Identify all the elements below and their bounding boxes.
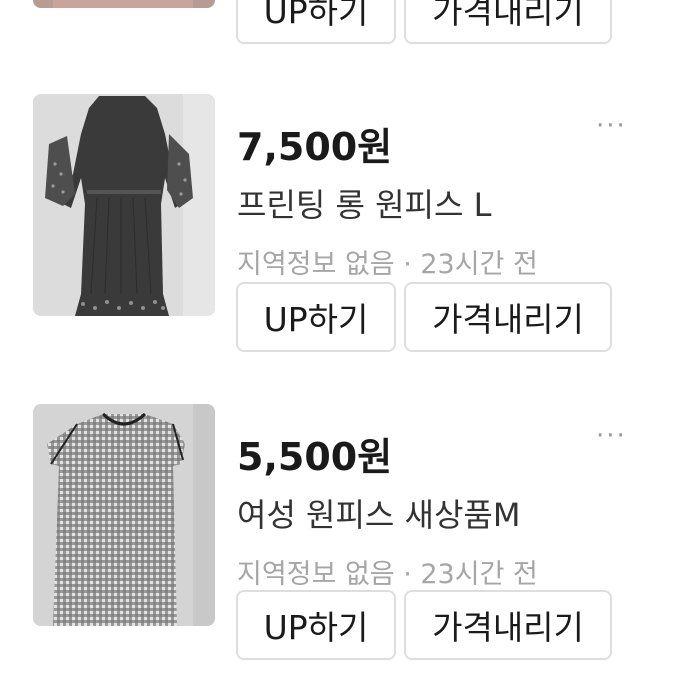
price-down-button[interactable]: 가격내리기	[404, 0, 612, 44]
listing-item[interactable]: 5,500원 ··· 여성 원피스 새상품M 지역정보 없음 · 23시간 전 …	[0, 404, 680, 674]
listing-item[interactable]: 7,500원 ··· 프린팅 롱 원피스 L 지역정보 없음 · 23시간 전 …	[0, 94, 680, 364]
product-photo	[33, 94, 215, 316]
product-thumbnail[interactable]	[33, 94, 215, 316]
more-options-icon[interactable]: ···	[596, 423, 627, 449]
product-thumbnail[interactable]	[33, 404, 215, 626]
item-title[interactable]: 프린팅 롱 원피스 L	[237, 180, 491, 226]
price-down-button[interactable]: 가격내리기	[404, 590, 612, 660]
item-price: 7,500원	[237, 125, 393, 169]
item-meta: 지역정보 없음 · 23시간 전	[237, 559, 538, 590]
product-thumbnail[interactable]	[33, 0, 215, 8]
up-button[interactable]: UP하기	[236, 0, 396, 44]
product-photo	[33, 0, 215, 8]
up-button[interactable]: UP하기	[236, 282, 396, 352]
item-title[interactable]: 여성 원피스 새상품M	[237, 490, 520, 536]
item-price: 5,500원	[237, 435, 393, 479]
item-meta: 지역정보 없음 · 23시간 전	[237, 249, 538, 280]
listing-item[interactable]: UP하기 가격내리기	[0, 0, 680, 60]
product-photo	[33, 404, 215, 626]
up-button[interactable]: UP하기	[236, 590, 396, 660]
price-down-button[interactable]: 가격내리기	[404, 282, 612, 352]
more-options-icon[interactable]: ···	[596, 113, 627, 139]
